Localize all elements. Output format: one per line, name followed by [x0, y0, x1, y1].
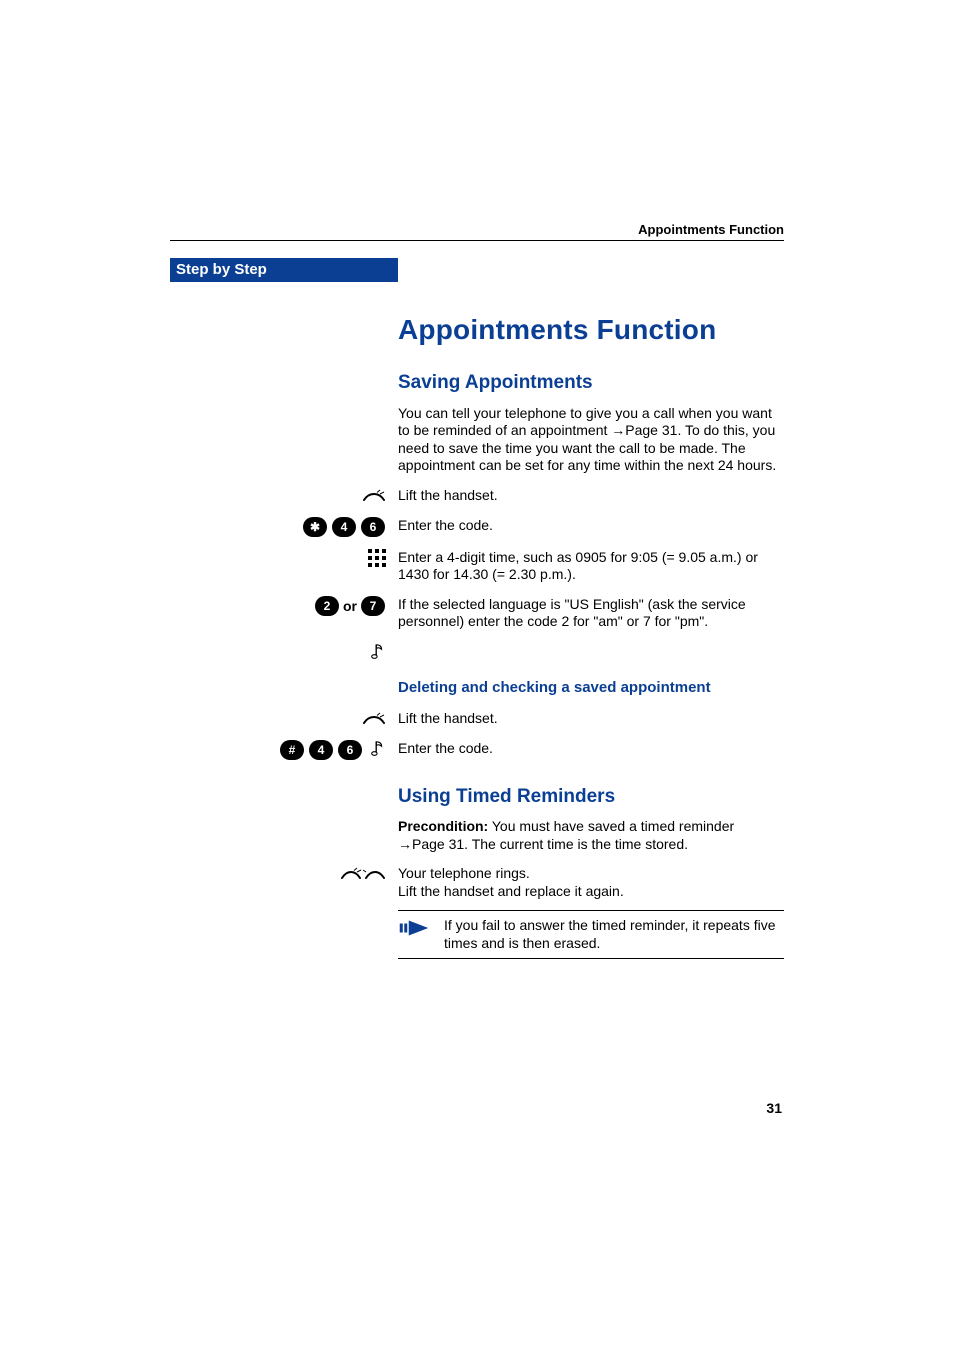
- code-keys-star-4-6: ✱ 4 6: [302, 517, 386, 537]
- step-am-pm: If the selected language is "US English"…: [398, 596, 784, 631]
- precondition: Precondition: You must have saved a time…: [398, 818, 784, 853]
- music-note-icon: [170, 643, 398, 661]
- keypad-icon: [170, 549, 398, 584]
- code-keys-hash-4-6: # 4 6: [279, 740, 386, 761]
- arrow-icon: [398, 836, 412, 852]
- content: Step by Step Appointments Function Savin…: [170, 258, 784, 959]
- key-2-icon: 2: [315, 596, 339, 616]
- running-header: Appointments Function: [638, 222, 784, 237]
- header-rule: [170, 240, 784, 241]
- arrow-icon: [611, 422, 625, 438]
- key-4-icon: 4: [332, 517, 356, 537]
- precondition-label: Precondition:: [398, 818, 488, 834]
- confirmation-tone: [398, 643, 784, 661]
- precondition-ref: Page 31: [412, 836, 464, 852]
- saving-intro-ref: Page 31: [625, 422, 677, 438]
- key-hash-icon: #: [280, 740, 304, 760]
- step-enter-time: Enter a 4-digit time, such as 0905 for 9…: [398, 549, 784, 584]
- page-title: Appointments Function: [398, 312, 784, 347]
- handset-lift-icon: [170, 710, 398, 728]
- note-text: If you fail to answer the timed reminder…: [444, 917, 784, 952]
- note-box: If you fail to answer the timed reminder…: [398, 910, 784, 959]
- heading-saving-appointments: Saving Appointments: [398, 371, 784, 395]
- step-phone-rings: Your telephone rings. Lift the handset a…: [398, 865, 784, 900]
- key-6-icon: 6: [338, 740, 362, 760]
- step-enter-code-delete: Enter the code.: [398, 740, 784, 761]
- music-note-icon: [370, 740, 386, 761]
- heading-timed-reminders: Using Timed Reminders: [398, 785, 784, 809]
- step-lift-handset-delete: Lift the handset.: [398, 710, 784, 728]
- or-label: or: [343, 598, 357, 614]
- precondition-text1: You must have saved a timed reminder: [488, 818, 734, 834]
- key-6-icon: 6: [361, 517, 385, 537]
- phone-ringing-icon: [170, 865, 398, 900]
- saving-intro: You can tell your telephone to give you …: [398, 405, 784, 475]
- ring-line2: Lift the handset and replace it again.: [398, 883, 784, 901]
- handset-lift-icon: [170, 487, 398, 505]
- key-star-icon: ✱: [303, 517, 327, 537]
- step-enter-code: Enter the code.: [398, 517, 784, 537]
- precondition-text2: . The current time is the time stored.: [464, 836, 688, 852]
- key-4-icon: 4: [309, 740, 333, 760]
- key-7-icon: 7: [361, 596, 385, 616]
- step-lift-handset: Lift the handset.: [398, 487, 784, 505]
- step-by-step-header: Step by Step: [170, 258, 398, 282]
- note-pointer-icon: [398, 919, 430, 939]
- heading-deleting-checking: Deleting and checking a saved appointmen…: [398, 679, 784, 698]
- page: Appointments Function Step by Step Appoi…: [0, 0, 954, 1351]
- page-number: 31: [766, 1100, 782, 1116]
- am-pm-keys: 2 or 7: [314, 596, 386, 616]
- ring-line1: Your telephone rings.: [398, 865, 784, 883]
